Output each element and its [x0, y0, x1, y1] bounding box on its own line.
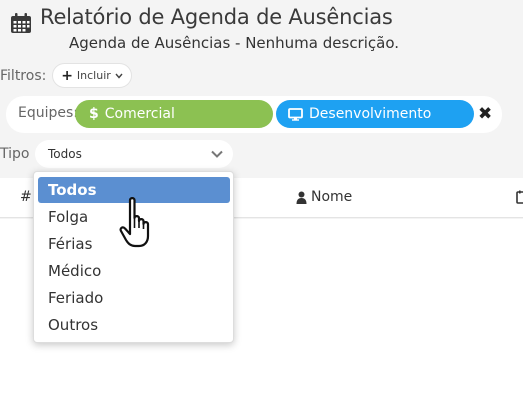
tipo-selected-value: Todos: [48, 147, 82, 161]
column-header-label: Nome: [311, 189, 353, 205]
plus-icon: +: [61, 67, 73, 84]
tipo-option-feriado[interactable]: Feriado: [38, 285, 230, 311]
equipes-label: Equipes:: [18, 105, 79, 121]
monitor-icon: [288, 107, 303, 121]
chevron-down-icon: [211, 150, 223, 158]
hand-cursor-icon: [119, 197, 150, 248]
page-title: Relatório de Agenda de Ausências: [40, 5, 393, 29]
calendar-icon: [516, 190, 523, 204]
calendar-icon: [11, 13, 31, 33]
dollar-icon: $: [89, 106, 99, 122]
page-subtitle: Agenda de Ausências - Nenhuma descrição.: [69, 34, 400, 52]
column-header-number[interactable]: #: [20, 189, 32, 205]
page-header: Relatório de Agenda de Ausências Agenda …: [0, 0, 523, 58]
chip-label: Desenvolvimento: [309, 106, 432, 122]
tipo-select[interactable]: Todos: [35, 140, 233, 168]
tipo-option-outros[interactable]: Outros: [38, 312, 230, 338]
tipo-label: Tipo: [0, 146, 30, 162]
column-header-nome[interactable]: Nome: [296, 189, 352, 205]
user-icon: [296, 191, 307, 204]
equipes-filter: Equipes: $ Comercial Desenvolvimento ✖: [6, 96, 502, 133]
clear-equipes-icon[interactable]: ✖: [478, 104, 492, 124]
chip-label: Comercial: [104, 106, 175, 122]
chevron-down-icon: [115, 73, 123, 79]
add-filter-label: Incluir: [76, 69, 111, 82]
filters-label: Filtros:: [0, 68, 47, 84]
tipo-option-medico[interactable]: Médico: [38, 258, 230, 284]
add-filter-button[interactable]: + Incluir: [52, 63, 132, 88]
chip-comercial[interactable]: $ Comercial: [75, 100, 273, 128]
chip-desenvolvimento[interactable]: Desenvolvimento: [276, 100, 474, 128]
